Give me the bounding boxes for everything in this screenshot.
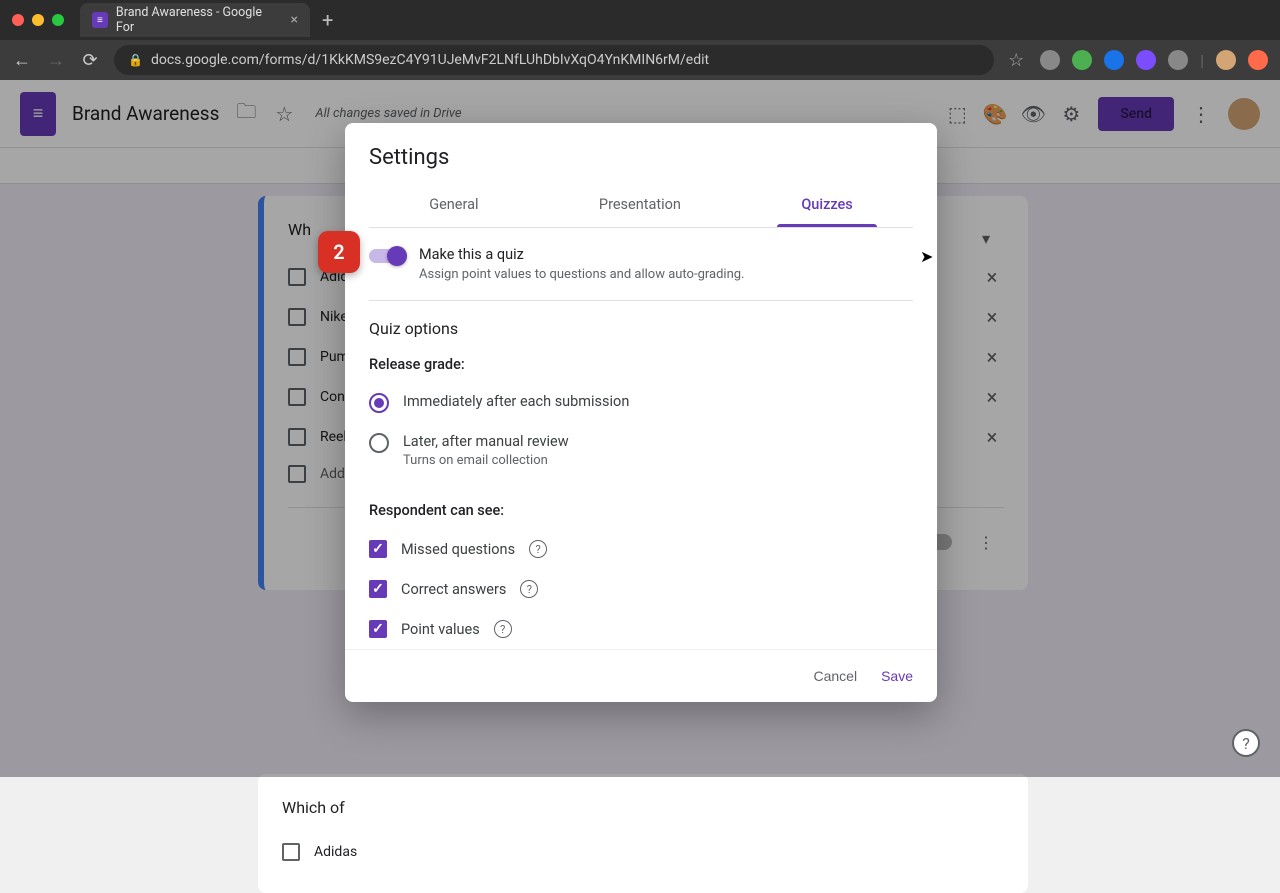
option-label[interactable]: Adidas [314, 844, 1004, 860]
quiz-options-title: Quiz options [369, 301, 913, 346]
extension-icon[interactable] [1248, 50, 1268, 70]
release-grade-label: Release grade: [369, 346, 913, 383]
respondent-see-label: Respondent can see: [369, 492, 913, 529]
bookmark-star-icon[interactable] [1008, 50, 1028, 70]
make-quiz-row: Make this a quiz Assign point values to … [369, 228, 913, 301]
extension-icon[interactable] [1072, 50, 1092, 70]
option-row: Adidas [282, 835, 1004, 869]
make-quiz-toggle[interactable] [369, 249, 405, 263]
extension-icon[interactable] [1136, 50, 1156, 70]
missed-questions-row[interactable]: Missed questions ? [369, 529, 913, 569]
step-badge: 2 [318, 231, 360, 273]
radio-icon[interactable] [369, 433, 389, 453]
extension-icon[interactable] [1040, 50, 1060, 70]
dialog-body: Make this a quiz Assign point values to … [345, 228, 937, 649]
tab-quizzes[interactable]: Quizzes [793, 184, 860, 227]
dialog-tabs: General Presentation Quizzes [369, 184, 913, 228]
back-button[interactable]: ← [12, 50, 32, 71]
make-quiz-label: Make this a quiz [419, 246, 745, 263]
address-bar: ← → ⟳ 🔒 docs.google.com/forms/d/1KkKMS9e… [0, 40, 1280, 80]
checkbox-icon [282, 843, 300, 861]
question-text[interactable]: Which of [282, 798, 1004, 817]
forward-button[interactable]: → [46, 50, 66, 71]
new-tab-button[interactable]: + [322, 8, 333, 32]
release-later-desc: Turns on email collection [403, 453, 569, 468]
tab-title: Brand Awareness - Google For [116, 5, 283, 35]
extension-icons: | [1008, 50, 1268, 70]
window-controls[interactable] [12, 14, 64, 26]
help-icon[interactable]: ? [529, 540, 547, 558]
forms-favicon-icon [92, 12, 108, 28]
help-fab[interactable]: ? [1232, 729, 1260, 757]
release-later-row[interactable]: Later, after manual review Turns on emai… [369, 423, 913, 478]
dialog-footer: Cancel Save [345, 649, 937, 702]
correct-answers-row[interactable]: Correct answers ? [369, 569, 913, 609]
minimize-window-icon[interactable] [32, 14, 44, 26]
tab-general[interactable]: General [421, 184, 486, 227]
browser-tab[interactable]: Brand Awareness - Google For × [80, 3, 310, 37]
profile-avatar-icon[interactable] [1216, 50, 1236, 70]
cursor-icon: ➤ [920, 247, 933, 266]
tab-presentation[interactable]: Presentation [591, 184, 689, 227]
make-quiz-desc: Assign point values to questions and all… [419, 267, 745, 282]
tab-bar: Brand Awareness - Google For × + [0, 0, 1280, 40]
missed-questions-label: Missed questions [401, 541, 515, 558]
dialog-header: Settings General Presentation Quizzes [345, 123, 937, 228]
release-later-label: Later, after manual review [403, 433, 569, 450]
url-field[interactable]: 🔒 docs.google.com/forms/d/1KkKMS9ezC4Y91… [114, 45, 994, 75]
help-icon[interactable]: ? [520, 580, 538, 598]
release-immediately-label: Immediately after each submission [403, 393, 629, 410]
extension-icon[interactable] [1168, 50, 1188, 70]
lock-icon: 🔒 [128, 53, 143, 67]
close-tab-icon[interactable]: × [291, 12, 298, 28]
save-button[interactable]: Save [881, 668, 913, 684]
point-values-row[interactable]: Point values ? [369, 609, 913, 649]
question-card: Which of Adidas [258, 774, 1028, 893]
extension-icon[interactable] [1104, 50, 1124, 70]
checkbox-checked-icon[interactable] [369, 540, 387, 558]
browser-chrome: Brand Awareness - Google For × + ← → ⟳ 🔒… [0, 0, 1280, 80]
close-window-icon[interactable] [12, 14, 24, 26]
point-values-label: Point values [401, 621, 480, 638]
correct-answers-label: Correct answers [401, 581, 506, 598]
dialog-title: Settings [369, 145, 913, 170]
help-icon[interactable]: ? [494, 620, 512, 638]
settings-dialog: Settings General Presentation Quizzes Ma… [345, 123, 937, 702]
reload-button[interactable]: ⟳ [80, 50, 100, 71]
checkbox-checked-icon[interactable] [369, 580, 387, 598]
cancel-button[interactable]: Cancel [813, 668, 857, 684]
radio-icon[interactable] [369, 393, 389, 413]
url-text: docs.google.com/forms/d/1KkKMS9ezC4Y91UJ… [151, 52, 709, 68]
checkbox-checked-icon[interactable] [369, 620, 387, 638]
release-immediately-row[interactable]: Immediately after each submission [369, 383, 913, 423]
maximize-window-icon[interactable] [52, 14, 64, 26]
